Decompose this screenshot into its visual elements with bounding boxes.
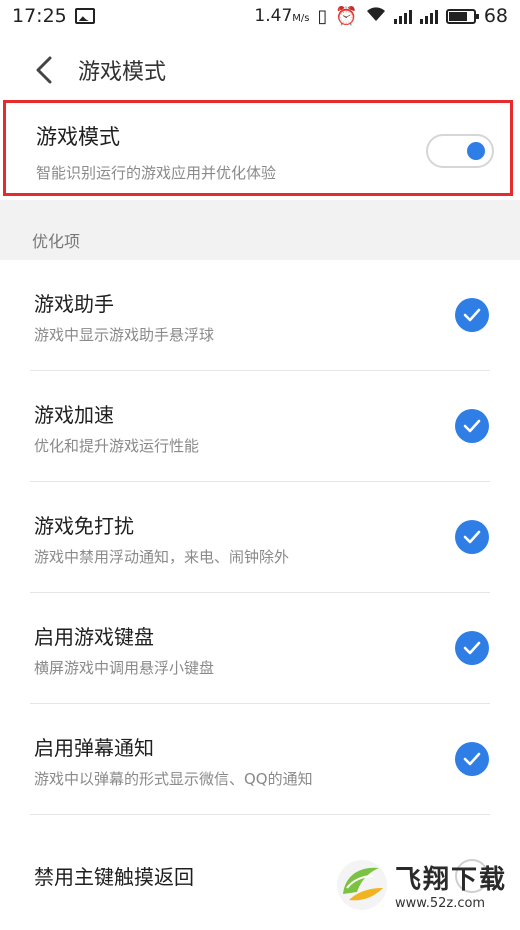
checkmark-icon[interactable] — [455, 631, 489, 665]
signal-icon-sim2 — [419, 8, 438, 24]
checkmark-icon[interactable] — [455, 298, 489, 332]
option-description: 游戏中禁用浮动通知，来电、闹钟除外 — [34, 548, 290, 566]
watermark: 飞翔下载 www.52z.com — [335, 858, 507, 912]
option-description: 游戏中显示游戏助手悬浮球 — [34, 326, 215, 344]
option-title: 游戏免打扰 — [34, 514, 134, 538]
status-bar: 17:25 1.47M/s ▯ ⏰ 68 — [0, 0, 520, 32]
checkmark-icon[interactable] — [455, 409, 489, 443]
back-arrow-icon[interactable] — [24, 50, 64, 90]
battery-level: 68 — [483, 5, 508, 27]
network-speed: 1.47M/s — [254, 6, 309, 26]
option-description: 横屏游戏中调用悬浮小键盘 — [34, 659, 215, 677]
page-title: 游戏模式 — [78, 60, 167, 85]
network-speed-unit: M/s — [292, 13, 310, 24]
signal-icon-sim1 — [393, 8, 412, 24]
game-mode-description: 智能识别运行的游戏应用并优化体验 — [36, 164, 277, 182]
option-description: 游戏中以弹幕的形式显示微信、QQ的通知 — [34, 770, 313, 788]
option-title: 启用弹幕通知 — [34, 736, 154, 760]
status-right: 1.47M/s ▯ ⏰ 68 — [254, 5, 508, 27]
watermark-url: www.52z.com — [395, 896, 486, 911]
option-title: 启用游戏键盘 — [34, 625, 154, 649]
option-description: 优化和提升游戏运行性能 — [34, 437, 200, 455]
game-mode-setting[interactable]: 游戏模式 智能识别运行的游戏应用并优化体验 — [3, 100, 513, 196]
option-do-not-disturb[interactable]: 游戏免打扰 游戏中禁用浮动通知，来电、闹钟除外 — [0, 482, 520, 593]
checkmark-icon[interactable] — [455, 742, 489, 776]
game-mode-toggle[interactable] — [426, 134, 494, 168]
vibrate-icon: ▯ — [317, 5, 328, 27]
status-left: 17:25 — [12, 5, 95, 27]
image-notification-icon — [74, 8, 95, 24]
option-game-assistant[interactable]: 游戏助手 游戏中显示游戏助手悬浮球 — [0, 260, 520, 371]
option-title: 禁用主键触摸返回 — [34, 865, 194, 889]
battery-icon — [445, 8, 479, 24]
option-title: 游戏加速 — [34, 403, 114, 427]
game-mode-title: 游戏模式 — [36, 125, 120, 149]
option-danmaku-notification[interactable]: 启用弹幕通知 游戏中以弹幕的形式显示微信、QQ的通知 — [0, 704, 520, 815]
option-game-acceleration[interactable]: 游戏加速 优化和提升游戏运行性能 — [0, 371, 520, 482]
app-header: 游戏模式 — [0, 40, 520, 100]
watermark-name: 飞翔下载 — [395, 865, 508, 895]
watermark-logo-icon — [337, 860, 387, 910]
toggle-knob — [467, 142, 485, 160]
option-title: 游戏助手 — [34, 292, 114, 316]
options-list: 游戏助手 游戏中显示游戏助手悬浮球 游戏加速 优化和提升游戏运行性能 游戏免打扰… — [0, 260, 520, 926]
option-game-keyboard[interactable]: 启用游戏键盘 横屏游戏中调用悬浮小键盘 — [0, 593, 520, 704]
network-speed-value: 1.47 — [254, 6, 293, 26]
watermark-text: 飞翔下载 www.52z.com — [395, 859, 507, 911]
checkmark-icon[interactable] — [455, 520, 489, 554]
alarm-icon: ⏰ — [335, 5, 358, 27]
wifi-icon — [366, 5, 386, 27]
section-header-optimizations: 优化项 — [0, 200, 520, 260]
status-time: 17:25 — [12, 5, 67, 27]
